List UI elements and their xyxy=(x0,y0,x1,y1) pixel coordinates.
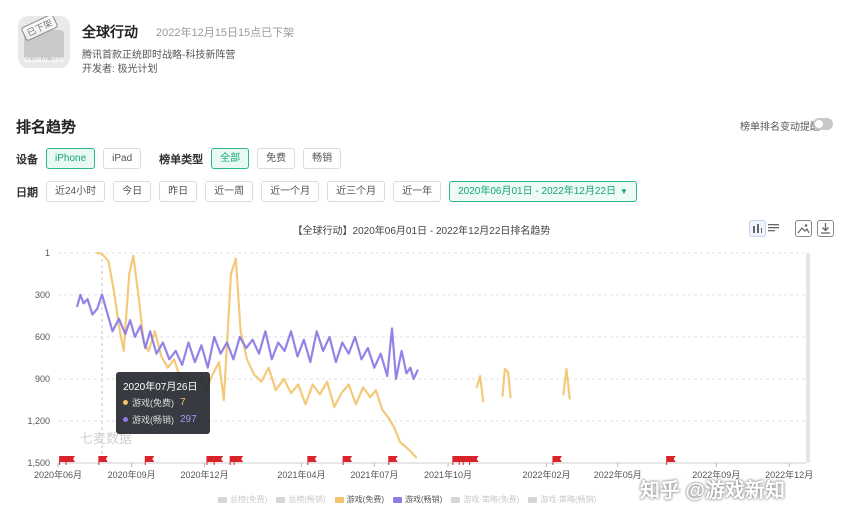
event-markers xyxy=(59,456,676,465)
legend-swatch xyxy=(334,496,344,503)
x-tick-label: 2022年05月 xyxy=(594,469,642,480)
tooltip-date: 2020年07月26日 xyxy=(123,382,198,393)
tooltip-row-free: 游戏(免费) 7 xyxy=(123,396,186,409)
series-line-free xyxy=(562,368,571,400)
legend-item-overall-grossing[interactable]: 总榜(畅销) xyxy=(276,494,326,505)
tooltip-dot-free xyxy=(123,400,128,405)
series-line-free xyxy=(501,368,512,399)
event-flag-icon xyxy=(234,456,244,462)
series-line-free xyxy=(475,375,485,403)
legend-swatch xyxy=(218,496,227,503)
x-tick-label: 2022年02月 xyxy=(522,469,570,480)
x-tick-label: 2021年04月 xyxy=(277,469,325,480)
tooltip-value-grossing: 297 xyxy=(180,414,197,425)
legend-label: 游戏(免费) xyxy=(346,495,384,504)
legend-item-strategy-grossing[interactable]: 游戏-策略(畅销) xyxy=(528,494,596,505)
event-flag-icon xyxy=(145,456,155,462)
legend-label: 游戏-策略(畅销) xyxy=(540,495,597,504)
y-tick-label: 1,200 xyxy=(27,416,50,426)
x-tick-label: 2021年07月 xyxy=(350,469,398,480)
chart-tooltip: 2020年07月26日 游戏(免费) 7 游戏(畅销) 297 xyxy=(116,372,210,434)
event-flag-icon xyxy=(388,456,398,462)
legend-item-overall-free[interactable]: 总榜(免费) xyxy=(218,494,267,505)
legend-label: 游戏(畅销) xyxy=(404,495,443,504)
legend-swatch xyxy=(392,496,402,503)
event-flag-icon xyxy=(66,456,76,462)
legend-label: 总榜(免费) xyxy=(230,495,268,504)
event-flag-icon xyxy=(98,456,108,462)
event-flag-icon xyxy=(666,456,676,462)
legend-swatch xyxy=(528,496,538,503)
x-tick-label: 2020年06月 xyxy=(34,469,82,480)
watermark-right: 知乎 @游戏新知 xyxy=(640,480,786,502)
tooltip-value-free: 7 xyxy=(180,397,186,408)
tooltip-label-grossing: 游戏(畅销) xyxy=(132,415,174,425)
x-tick-label: 2020年09月 xyxy=(108,469,156,480)
legend-item-game-free[interactable]: 游戏(免费) xyxy=(334,494,384,505)
y-tick-label: 900 xyxy=(35,374,50,384)
y-tick-label: 300 xyxy=(35,290,50,300)
tooltip-label-free: 游戏(免费) xyxy=(132,398,174,408)
event-flag-icon xyxy=(214,456,224,462)
tooltip-dot-grossing xyxy=(123,417,128,422)
legend-swatch xyxy=(276,496,286,503)
y-axis: 1 300 600 900 1,200 1,500 xyxy=(27,248,50,468)
legend-item-game-grossing[interactable]: 游戏(畅销) xyxy=(392,494,443,505)
tooltip-row-grossing: 游戏(畅销) 297 xyxy=(123,413,197,426)
legend-swatch xyxy=(451,496,461,503)
y-tick-label: 600 xyxy=(35,332,50,342)
x-tick-label: 2021年10月 xyxy=(424,469,472,480)
event-flag-icon xyxy=(307,456,317,462)
legend-label: 总榜(畅销) xyxy=(288,495,326,504)
y-tick-label: 1 xyxy=(45,248,50,258)
legend-item-strategy-free[interactable]: 游戏-策略(免费) xyxy=(451,494,519,505)
event-flag-icon xyxy=(552,456,562,462)
legend-label: 游戏-策略(免费) xyxy=(463,495,520,504)
event-flag-icon xyxy=(343,456,353,462)
y-tick-label: 1,500 xyxy=(27,458,50,468)
chart-legend: 总榜(免费) 总榜(畅销) 游戏(免费) 游戏(畅销) 游戏-策略(免费) 游戏… xyxy=(218,494,605,505)
x-tick-label: 2020年12月 xyxy=(181,469,229,480)
event-flag-icon xyxy=(469,456,479,462)
